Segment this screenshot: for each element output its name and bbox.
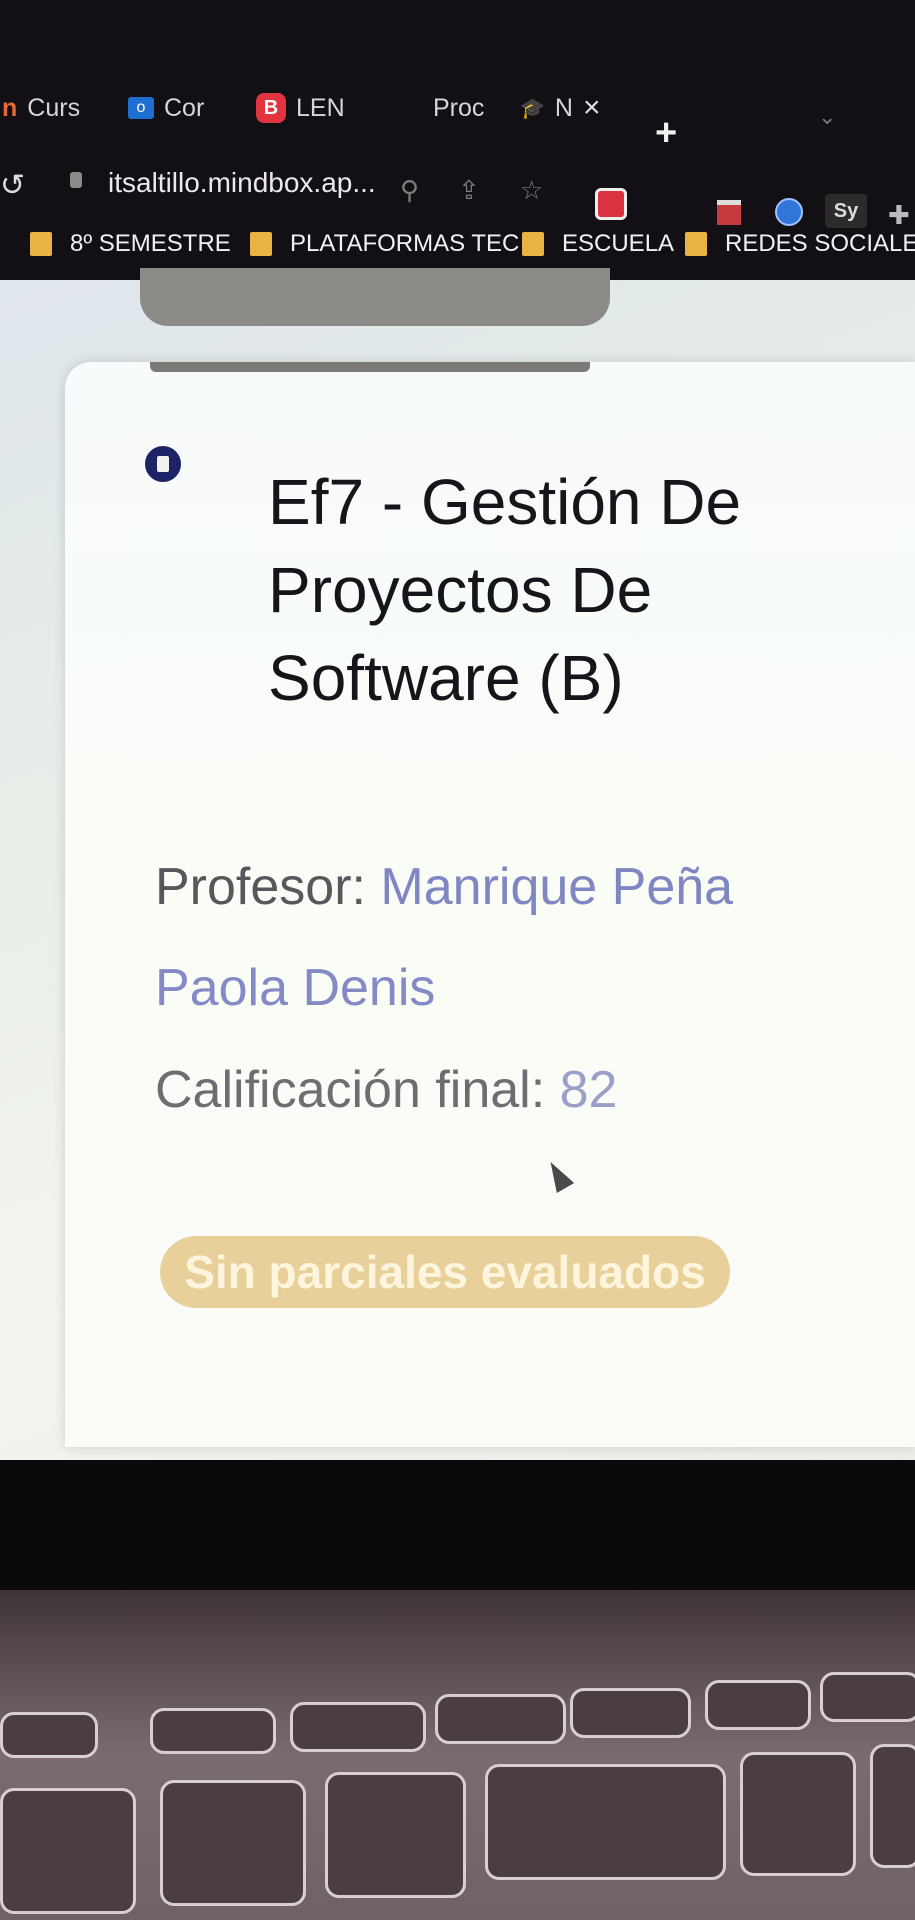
bookmark-label: PLATAFORMAS TEC <box>290 230 520 257</box>
tab-label: LEN <box>296 93 345 122</box>
key-edge <box>870 1744 915 1868</box>
key-inverted-question <box>325 1772 466 1898</box>
bookmark-redes-sociales[interactable]: REDES SOCIALES <box>685 230 915 258</box>
course-title[interactable]: Ef7 - Gestión De Proyectos De Software (… <box>268 458 868 722</box>
bookmark-star-icon[interactable]: ☆ <box>520 175 543 206</box>
extension-blue-icon[interactable] <box>775 198 803 226</box>
blogger-icon: B <box>256 93 286 123</box>
folder-icon <box>30 232 52 256</box>
key-asterisk <box>705 1680 811 1730</box>
new-tab-button[interactable]: + <box>655 112 677 155</box>
tab-search-chevron-icon[interactable]: ⌄ <box>818 104 836 130</box>
previous-card-schedule-pill <box>140 268 610 326</box>
bookmark-plataformas-tec[interactable]: PLATAFORMAS TEC <box>250 230 519 258</box>
key-f11 <box>150 1708 276 1754</box>
key-delete <box>570 1688 691 1738</box>
profesor-name-continued: Paola Denis <box>155 959 436 1017</box>
tab-correo[interactable]: o Cor <box>128 88 204 128</box>
tab-curs[interactable]: n Curs <box>2 88 80 128</box>
back-icon[interactable]: ↺ <box>0 168 25 203</box>
screen-bezel <box>0 1460 915 1590</box>
graduation-cap-icon: 🎓 <box>520 97 545 120</box>
bookmark-8-semestre[interactable]: 8º SEMESTRE <box>30 230 231 258</box>
tab-strip: n Curs o Cor B LEN Proc 🎓 N × <box>0 60 915 140</box>
tab-proc[interactable]: Proc <box>433 88 484 128</box>
profesor-label: Profesor: <box>155 858 381 916</box>
key-plus <box>740 1752 856 1876</box>
zoom-icon[interactable]: ⚲ <box>400 175 419 206</box>
tab-label: Proc <box>433 93 485 122</box>
lock-icon[interactable] <box>70 172 82 188</box>
key-zero <box>0 1788 136 1914</box>
outlook-icon: o <box>128 97 154 119</box>
notebook-icon <box>145 446 181 482</box>
folder-icon <box>250 232 272 256</box>
key-backspace <box>485 1764 726 1880</box>
tab-label: Curs <box>27 93 81 122</box>
address-bar[interactable]: itsaltillo.mindbox.ap... <box>108 167 376 199</box>
key-f12 <box>290 1702 426 1752</box>
final-grade-line: Calificación final: 82 <box>155 1060 617 1120</box>
final-grade-value: 82 <box>559 1061 618 1119</box>
tab-len[interactable]: B LEN <box>256 88 345 128</box>
key-apostrophe <box>160 1780 306 1906</box>
tab-active[interactable]: 🎓 N × <box>520 88 601 128</box>
key-slash <box>820 1672 915 1722</box>
tab-close-button[interactable]: × <box>583 91 601 125</box>
final-grade-label: Calificación final: <box>155 1061 560 1119</box>
status-badge: Sin parciales evaluados <box>160 1236 730 1308</box>
tab-label: Cor <box>164 93 205 122</box>
extension-window-icon[interactable] <box>717 200 741 225</box>
bookmark-label: 8º SEMESTRE <box>70 230 231 257</box>
tab-label: N <box>554 93 573 122</box>
bookmark-label: REDES SOCIALES <box>725 230 915 257</box>
profesor-line: Profesor: Manrique Peña <box>155 852 875 922</box>
card-top-bar <box>150 362 590 372</box>
bookmark-label: ESCUELA <box>562 230 675 257</box>
folder-icon <box>522 232 544 256</box>
profesor-name: Manrique Peña <box>380 858 734 916</box>
share-icon[interactable]: ⇪ <box>458 175 480 206</box>
folder-icon <box>685 232 707 256</box>
extension-sy-icon[interactable]: Sy <box>825 194 867 228</box>
key-print-screen <box>435 1694 566 1744</box>
extension-red-icon[interactable] <box>595 188 627 220</box>
key-f10 <box>0 1712 98 1758</box>
n-icon: n <box>2 93 18 122</box>
bookmark-escuela[interactable]: ESCUELA <box>522 230 674 258</box>
